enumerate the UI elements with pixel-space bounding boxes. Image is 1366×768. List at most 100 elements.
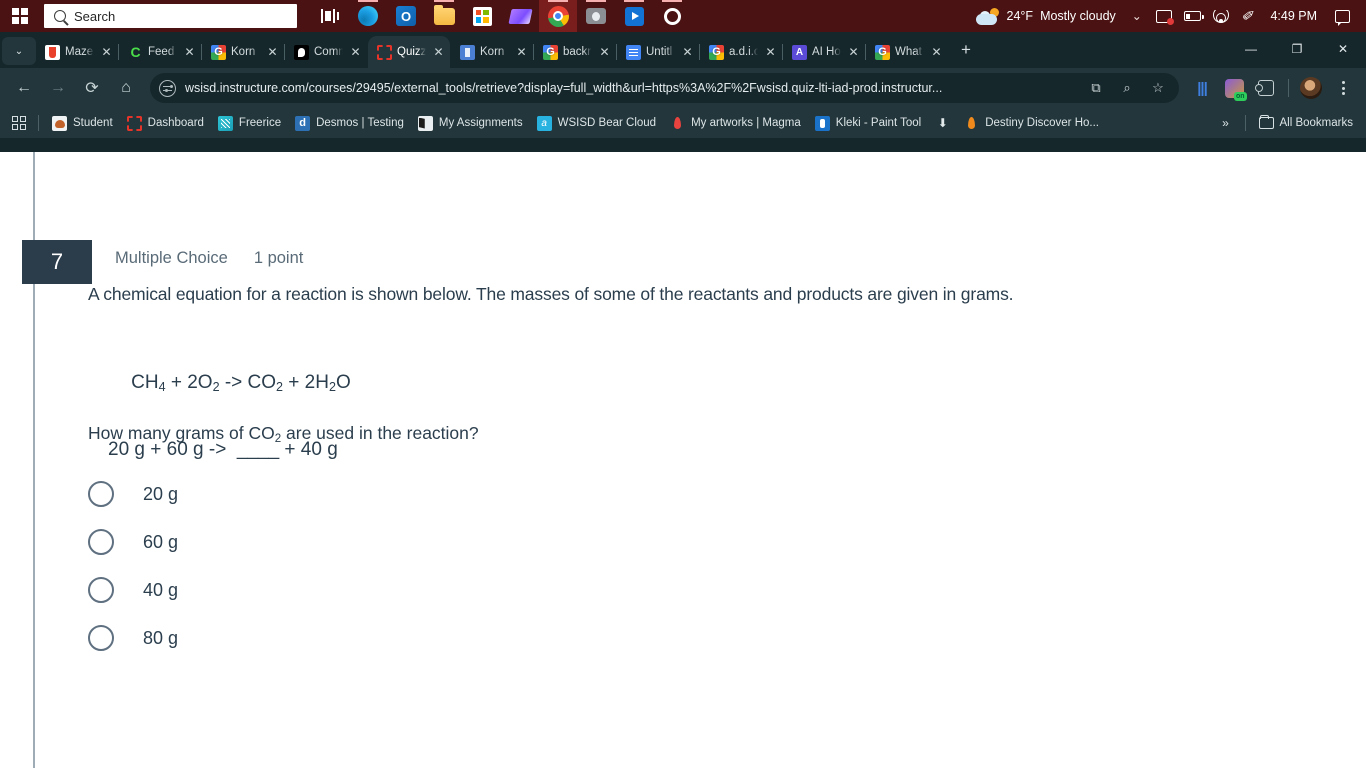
file-explorer-button[interactable] — [425, 0, 463, 32]
start-button[interactable] — [0, 0, 40, 32]
tab-close-icon[interactable]: ✕ — [763, 45, 778, 60]
bookmark-kleki[interactable]: Kleki - Paint Tool — [808, 111, 928, 135]
address-bar[interactable]: wsisd.instructure.com/courses/29495/exte… — [150, 73, 1179, 103]
bookmarks-overflow-button[interactable]: » — [1213, 111, 1239, 135]
taskbar-search-box[interactable]: Search — [44, 4, 297, 28]
all-bookmarks-label: All Bookmarks — [1279, 117, 1354, 129]
maximize-button[interactable]: ❐ — [1274, 32, 1320, 66]
tab-korn-1[interactable]: Korn ✕ — [202, 36, 284, 68]
answer-choice-label: 80 g — [143, 627, 179, 648]
tab-close-icon[interactable]: ✕ — [597, 45, 612, 60]
zoom-icon[interactable]: ⌕ — [1116, 77, 1138, 99]
destiny-favicon-icon — [964, 116, 979, 131]
tab-close-icon[interactable]: ✕ — [265, 45, 280, 60]
radio-button[interactable] — [88, 625, 114, 651]
tab-backr[interactable]: backr ✕ — [534, 36, 616, 68]
bookmark-destiny-discover[interactable]: Destiny Discover Ho... — [957, 111, 1106, 135]
prompt-part-2: are used in the reaction? — [281, 423, 479, 443]
tab-strip: ⌄ Maze ✕ Feed ✕ Korn ✕ Comm — [0, 32, 1366, 68]
share-icon[interactable]: ⧉ — [1085, 77, 1107, 99]
tab-what[interactable]: What ✕ — [866, 36, 948, 68]
bookmark-wsisd-bear-cloud[interactable]: WSISD Bear Cloud — [530, 111, 663, 135]
reload-button[interactable]: ⟳ — [76, 72, 108, 104]
tab-search-button[interactable]: ⌄ — [2, 37, 36, 65]
minimize-button[interactable]: — — [1228, 32, 1274, 66]
tab-close-icon[interactable]: ✕ — [680, 45, 695, 60]
radio-button[interactable] — [88, 577, 114, 603]
monitor-alert-icon — [1155, 9, 1174, 25]
bookmark-freerice[interactable]: Freerice — [211, 111, 288, 135]
settings-button[interactable] — [653, 0, 691, 32]
weather-widget[interactable]: 24°F Mostly cloudy — [968, 0, 1124, 32]
pen-menu-button[interactable]: ✐ — [1236, 0, 1261, 32]
bookmark-desmos[interactable]: Desmos | Testing — [288, 111, 411, 135]
question-type-label: Multiple Choice — [115, 249, 228, 267]
answer-choice-3[interactable]: 40 g — [88, 566, 178, 614]
microsoft-store-button[interactable] — [463, 0, 501, 32]
bookmark-star-icon[interactable]: ☆ — [1147, 77, 1169, 99]
freerice-favicon-icon — [217, 115, 233, 131]
tab-close-icon[interactable]: ✕ — [929, 45, 944, 60]
tab-close-icon[interactable]: ✕ — [348, 45, 363, 60]
windows-logo-icon — [12, 8, 28, 24]
home-button[interactable]: ⌂ — [110, 72, 142, 104]
tab-close-icon[interactable]: ✕ — [846, 45, 861, 60]
extension-avatar-icon[interactable]: on — [1219, 73, 1249, 103]
forward-button[interactable]: → — [42, 72, 74, 104]
tab-label: Maze — [65, 46, 94, 58]
folder-icon — [1258, 114, 1274, 129]
site-settings-icon[interactable] — [159, 79, 176, 97]
radio-button[interactable] — [88, 529, 114, 555]
answer-choice-4[interactable]: 80 g — [88, 614, 178, 662]
battery-button[interactable] — [1178, 0, 1207, 32]
extension-n-icon[interactable]: ||| — [1187, 73, 1217, 103]
new-tab-button[interactable]: + — [952, 36, 980, 64]
bookmark-label: My Assignments — [438, 117, 523, 129]
file-explorer-icon — [433, 4, 455, 25]
tab-close-icon[interactable]: ✕ — [182, 45, 197, 60]
tab-close-icon[interactable]: ✕ — [99, 45, 114, 60]
tab-label: Korn — [231, 46, 256, 58]
tab-korn-2[interactable]: Korn ✕ — [451, 36, 533, 68]
network-button[interactable] — [1207, 0, 1236, 32]
all-bookmarks-button[interactable]: All Bookmarks — [1252, 111, 1361, 135]
answer-choice-2[interactable]: 60 g — [88, 518, 178, 566]
display-cast-button[interactable] — [1150, 0, 1178, 32]
tab-adic[interactable]: a.d.i.c ✕ — [700, 36, 782, 68]
profile-button[interactable] — [1296, 73, 1326, 103]
show-hidden-icons-button[interactable]: ⌄ — [1124, 0, 1150, 32]
desmos-favicon-icon — [295, 115, 311, 131]
chrome-button[interactable] — [539, 0, 577, 32]
bookmark-dashboard[interactable]: Dashboard — [120, 111, 211, 135]
apps-shortcut-button[interactable] — [6, 111, 32, 135]
tab-comm[interactable]: Comm ✕ — [285, 36, 367, 68]
close-button[interactable]: ✕ — [1320, 32, 1366, 66]
task-view-button[interactable] — [311, 0, 349, 32]
clipchamp-button[interactable] — [501, 0, 539, 32]
bookmark-my-assignments[interactable]: My Assignments — [411, 111, 530, 135]
taskbar-clock[interactable]: 4:49 PM — [1260, 0, 1327, 32]
bookmark-label: Desmos | Testing — [316, 117, 404, 129]
back-button[interactable]: ← — [8, 72, 40, 104]
camera-button[interactable] — [577, 0, 615, 32]
movies-tv-button[interactable] — [615, 0, 653, 32]
notification-center-button[interactable] — [1327, 0, 1358, 32]
radio-button[interactable] — [88, 481, 114, 507]
bookmark-download[interactable] — [928, 111, 957, 135]
bookmark-student[interactable]: Student — [45, 111, 120, 135]
tab-maze[interactable]: Maze ✕ — [36, 36, 118, 68]
extensions-button[interactable] — [1251, 73, 1281, 103]
tab-ai-ho[interactable]: AI Ho ✕ — [783, 36, 865, 68]
outlook-button[interactable] — [387, 0, 425, 32]
tab-close-icon[interactable]: ✕ — [431, 45, 446, 60]
tab-quizizz-active[interactable]: Quizz ✕ — [368, 36, 450, 68]
answer-choice-1[interactable]: 20 g — [88, 470, 178, 518]
chrome-menu-button[interactable] — [1328, 73, 1358, 103]
tab-feed[interactable]: Feed ✕ — [119, 36, 201, 68]
tab-label: AI Ho — [812, 46, 841, 58]
tab-close-icon[interactable]: ✕ — [514, 45, 529, 60]
bookmark-label: Dashboard — [147, 117, 204, 129]
edge-button[interactable] — [349, 0, 387, 32]
bookmark-magma[interactable]: My artworks | Magma — [663, 111, 808, 135]
tab-untitled-doc[interactable]: Untitl ✕ — [617, 36, 699, 68]
